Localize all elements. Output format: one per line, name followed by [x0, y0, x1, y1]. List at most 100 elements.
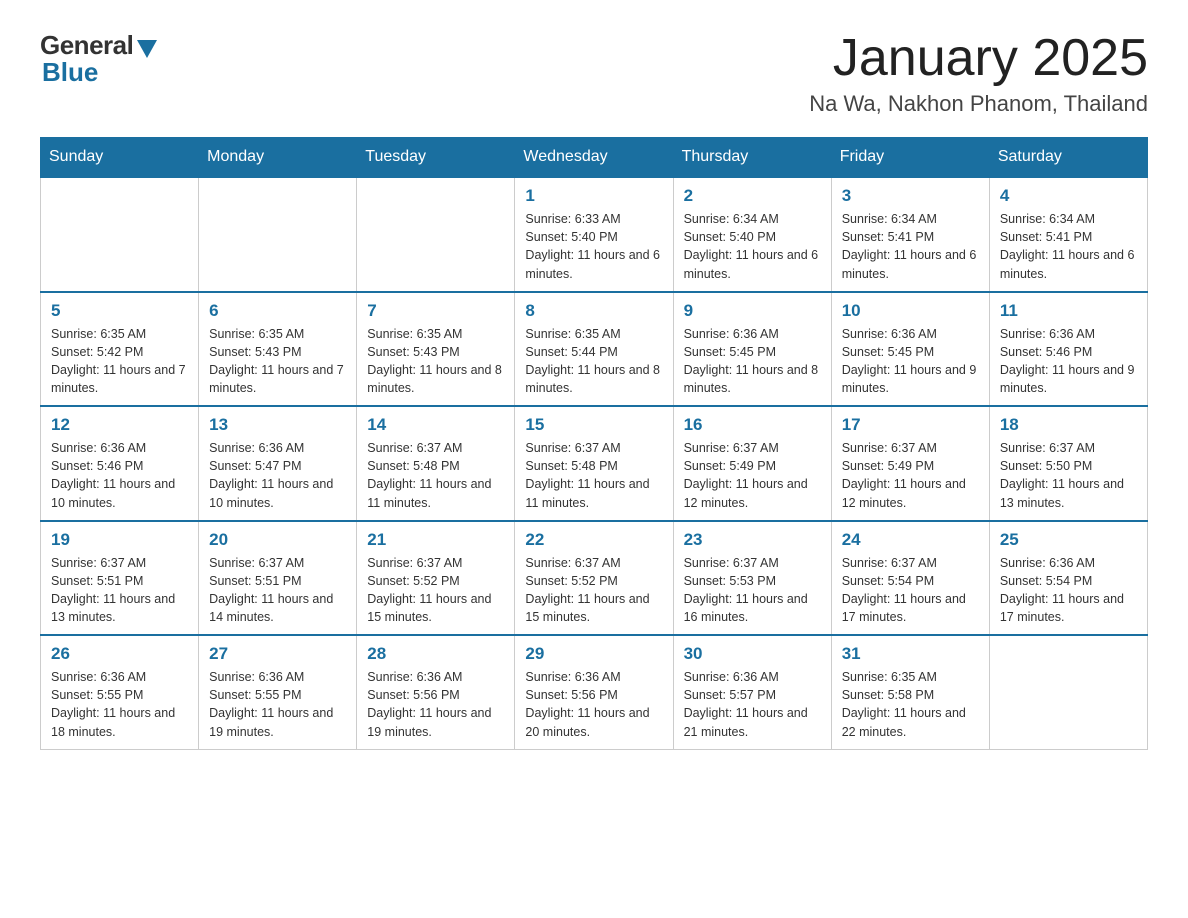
calendar-cell: 29 Sunrise: 6:36 AM Sunset: 5:56 PM Dayli…: [515, 635, 673, 749]
day-info: Sunrise: 6:37 AM Sunset: 5:48 PM Dayligh…: [367, 439, 504, 512]
day-number: 23: [684, 530, 821, 550]
day-info: Sunrise: 6:34 AM Sunset: 5:41 PM Dayligh…: [842, 210, 979, 283]
logo-blue-text: Blue: [40, 57, 98, 88]
calendar-cell: [41, 177, 199, 292]
day-info: Sunrise: 6:36 AM Sunset: 5:47 PM Dayligh…: [209, 439, 346, 512]
weekday-header-row: SundayMondayTuesdayWednesdayThursdayFrid…: [41, 138, 1148, 178]
day-number: 6: [209, 301, 346, 321]
day-number: 8: [525, 301, 662, 321]
calendar-cell: 21 Sunrise: 6:37 AM Sunset: 5:52 PM Dayli…: [357, 521, 515, 636]
location-title: Na Wa, Nakhon Phanom, Thailand: [809, 91, 1148, 117]
day-info: Sunrise: 6:36 AM Sunset: 5:46 PM Dayligh…: [51, 439, 188, 512]
day-number: 16: [684, 415, 821, 435]
week-row-2: 5 Sunrise: 6:35 AM Sunset: 5:42 PM Daylig…: [41, 292, 1148, 407]
day-number: 1: [525, 186, 662, 206]
calendar-cell: [199, 177, 357, 292]
calendar-cell: 6 Sunrise: 6:35 AM Sunset: 5:43 PM Daylig…: [199, 292, 357, 407]
weekday-header-wednesday: Wednesday: [515, 138, 673, 178]
calendar-cell: 9Sunrise: 6:36 AM Sunset: 5:45 PM Daylig…: [673, 292, 831, 407]
day-number: 2: [684, 186, 821, 206]
day-number: 13: [209, 415, 346, 435]
day-info: Sunrise: 6:36 AM Sunset: 5:57 PM Dayligh…: [684, 668, 821, 741]
day-number: 30: [684, 644, 821, 664]
day-info: Sunrise: 6:37 AM Sunset: 5:48 PM Dayligh…: [525, 439, 662, 512]
day-number: 19: [51, 530, 188, 550]
day-number: 24: [842, 530, 979, 550]
month-title: January 2025: [809, 30, 1148, 87]
calendar-cell: 10 Sunrise: 6:36 AM Sunset: 5:45 PM Dayli…: [831, 292, 989, 407]
calendar-cell: 12 Sunrise: 6:36 AM Sunset: 5:46 PM Dayli…: [41, 406, 199, 521]
day-number: 3: [842, 186, 979, 206]
calendar-cell: 19 Sunrise: 6:37 AM Sunset: 5:51 PM Dayli…: [41, 521, 199, 636]
day-number: 15: [525, 415, 662, 435]
calendar-cell: 1 Sunrise: 6:33 AM Sunset: 5:40 PM Daylig…: [515, 177, 673, 292]
calendar-cell: 17Sunrise: 6:37 AM Sunset: 5:49 PM Dayli…: [831, 406, 989, 521]
day-info: Sunrise: 6:36 AM Sunset: 5:56 PM Dayligh…: [525, 668, 662, 741]
weekday-header-monday: Monday: [199, 138, 357, 178]
day-info: Sunrise: 6:37 AM Sunset: 5:51 PM Dayligh…: [209, 554, 346, 627]
calendar-cell: 31 Sunrise: 6:35 AM Sunset: 5:58 PM Dayli…: [831, 635, 989, 749]
calendar-cell: 2 Sunrise: 6:34 AM Sunset: 5:40 PM Daylig…: [673, 177, 831, 292]
day-info: Sunrise: 6:37 AM Sunset: 5:51 PM Dayligh…: [51, 554, 188, 627]
day-number: 29: [525, 644, 662, 664]
calendar-cell: 24 Sunrise: 6:37 AM Sunset: 5:54 PM Dayli…: [831, 521, 989, 636]
calendar-cell: 4 Sunrise: 6:34 AM Sunset: 5:41 PM Daylig…: [989, 177, 1147, 292]
weekday-header-sunday: Sunday: [41, 138, 199, 178]
calendar-cell: 30 Sunrise: 6:36 AM Sunset: 5:57 PM Dayli…: [673, 635, 831, 749]
calendar-cell: 3 Sunrise: 6:34 AM Sunset: 5:41 PM Daylig…: [831, 177, 989, 292]
week-row-1: 1 Sunrise: 6:33 AM Sunset: 5:40 PM Daylig…: [41, 177, 1148, 292]
day-info: Sunrise: 6:34 AM Sunset: 5:41 PM Dayligh…: [1000, 210, 1137, 283]
calendar-cell: 28Sunrise: 6:36 AM Sunset: 5:56 PM Dayli…: [357, 635, 515, 749]
day-number: 14: [367, 415, 504, 435]
day-info: Sunrise: 6:35 AM Sunset: 5:43 PM Dayligh…: [367, 325, 504, 398]
day-number: 12: [51, 415, 188, 435]
week-row-5: 26 Sunrise: 6:36 AM Sunset: 5:55 PM Dayli…: [41, 635, 1148, 749]
calendar-cell: 26 Sunrise: 6:36 AM Sunset: 5:55 PM Dayli…: [41, 635, 199, 749]
day-info: Sunrise: 6:35 AM Sunset: 5:58 PM Dayligh…: [842, 668, 979, 741]
calendar-cell: [989, 635, 1147, 749]
calendar-cell: 14 Sunrise: 6:37 AM Sunset: 5:48 PM Dayli…: [357, 406, 515, 521]
logo-triangle-icon: [137, 40, 157, 58]
day-info: Sunrise: 6:37 AM Sunset: 5:52 PM Dayligh…: [525, 554, 662, 627]
week-row-4: 19 Sunrise: 6:37 AM Sunset: 5:51 PM Dayli…: [41, 521, 1148, 636]
weekday-header-saturday: Saturday: [989, 138, 1147, 178]
day-info: Sunrise: 6:36 AM Sunset: 5:55 PM Dayligh…: [51, 668, 188, 741]
day-info: Sunrise: 6:34 AM Sunset: 5:40 PM Dayligh…: [684, 210, 821, 283]
calendar-cell: 23Sunrise: 6:37 AM Sunset: 5:53 PM Dayli…: [673, 521, 831, 636]
calendar-cell: 8 Sunrise: 6:35 AM Sunset: 5:44 PM Daylig…: [515, 292, 673, 407]
weekday-header-friday: Friday: [831, 138, 989, 178]
calendar-cell: 27Sunrise: 6:36 AM Sunset: 5:55 PM Dayli…: [199, 635, 357, 749]
day-number: 27: [209, 644, 346, 664]
day-number: 25: [1000, 530, 1137, 550]
day-info: Sunrise: 6:37 AM Sunset: 5:52 PM Dayligh…: [367, 554, 504, 627]
day-info: Sunrise: 6:37 AM Sunset: 5:49 PM Dayligh…: [684, 439, 821, 512]
day-number: 18: [1000, 415, 1137, 435]
weekday-header-thursday: Thursday: [673, 138, 831, 178]
day-number: 26: [51, 644, 188, 664]
day-number: 21: [367, 530, 504, 550]
day-info: Sunrise: 6:36 AM Sunset: 5:45 PM Dayligh…: [842, 325, 979, 398]
day-info: Sunrise: 6:37 AM Sunset: 5:54 PM Dayligh…: [842, 554, 979, 627]
calendar-cell: 5 Sunrise: 6:35 AM Sunset: 5:42 PM Daylig…: [41, 292, 199, 407]
day-number: 5: [51, 301, 188, 321]
weekday-header-tuesday: Tuesday: [357, 138, 515, 178]
day-info: Sunrise: 6:35 AM Sunset: 5:44 PM Dayligh…: [525, 325, 662, 398]
calendar-cell: 20Sunrise: 6:37 AM Sunset: 5:51 PM Dayli…: [199, 521, 357, 636]
page-header: General Blue January 2025 Na Wa, Nakhon …: [40, 30, 1148, 117]
day-info: Sunrise: 6:36 AM Sunset: 5:54 PM Dayligh…: [1000, 554, 1137, 627]
day-info: Sunrise: 6:37 AM Sunset: 5:50 PM Dayligh…: [1000, 439, 1137, 512]
day-info: Sunrise: 6:36 AM Sunset: 5:56 PM Dayligh…: [367, 668, 504, 741]
calendar-cell: 22Sunrise: 6:37 AM Sunset: 5:52 PM Dayli…: [515, 521, 673, 636]
day-number: 9: [684, 301, 821, 321]
calendar-cell: [357, 177, 515, 292]
title-section: January 2025 Na Wa, Nakhon Phanom, Thail…: [809, 30, 1148, 117]
calendar-cell: 25 Sunrise: 6:36 AM Sunset: 5:54 PM Dayli…: [989, 521, 1147, 636]
day-info: Sunrise: 6:35 AM Sunset: 5:42 PM Dayligh…: [51, 325, 188, 398]
day-number: 31: [842, 644, 979, 664]
week-row-3: 12 Sunrise: 6:36 AM Sunset: 5:46 PM Dayli…: [41, 406, 1148, 521]
day-info: Sunrise: 6:36 AM Sunset: 5:46 PM Dayligh…: [1000, 325, 1137, 398]
day-number: 10: [842, 301, 979, 321]
day-number: 4: [1000, 186, 1137, 206]
day-info: Sunrise: 6:33 AM Sunset: 5:40 PM Dayligh…: [525, 210, 662, 283]
day-info: Sunrise: 6:35 AM Sunset: 5:43 PM Dayligh…: [209, 325, 346, 398]
